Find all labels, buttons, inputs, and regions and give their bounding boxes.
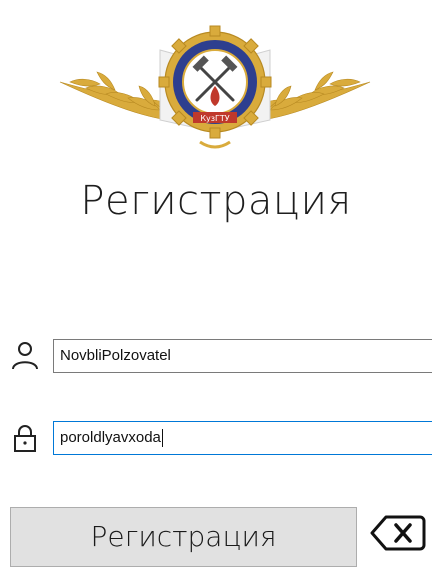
emblem-inscription: КузГТУ: [200, 114, 229, 123]
page-title: Регистрация: [80, 178, 352, 224]
lock-icon: [14, 425, 36, 452]
backspace-icon[interactable]: [370, 513, 426, 553]
register-button[interactable]: Регистрация: [10, 507, 357, 567]
password-field[interactable]: poroldlyavxoda: [53, 421, 432, 455]
user-icon: [12, 342, 38, 370]
text-caret: [161, 429, 163, 448]
university-emblem-icon: КузГТУ: [59, 25, 371, 149]
login-field[interactable]: NovbliPolzovatel: [53, 339, 432, 373]
login-value: NovbliPolzovatel: [60, 347, 171, 364]
password-value: poroldlyavxoda: [60, 429, 161, 446]
